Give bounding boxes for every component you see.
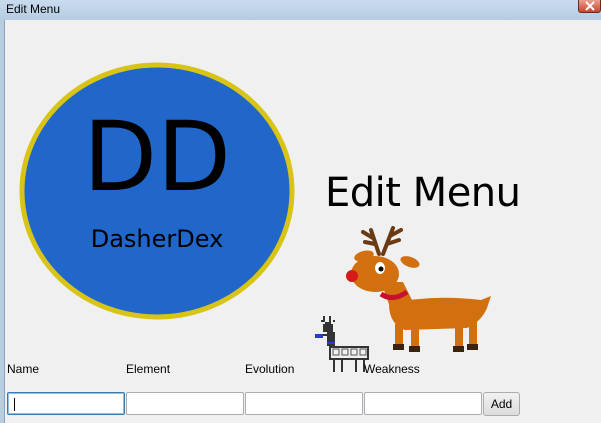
name-input[interactable] — [7, 392, 125, 415]
logo-initials: DD — [83, 101, 231, 213]
name-label: Name — [7, 362, 40, 376]
evolution-label: Evolution — [245, 362, 295, 376]
weakness-label: Weakness — [364, 362, 420, 376]
element-input[interactable] — [126, 392, 244, 415]
text-caret — [14, 398, 15, 411]
close-button[interactable] — [578, 0, 601, 13]
add-button[interactable]: Add — [483, 392, 520, 416]
weakness-input[interactable] — [364, 392, 482, 415]
close-icon — [585, 1, 595, 11]
dasherdex-logo: DD DasherDex — [19, 62, 295, 320]
window-content: DD DasherDex Edit Menu Name Element Evol… — [4, 20, 601, 423]
element-label: Element — [126, 362, 171, 376]
evolution-input[interactable] — [245, 392, 363, 415]
logo-name: DasherDex — [91, 225, 224, 253]
window-titlebar[interactable]: Edit Menu — [0, 0, 601, 20]
window-title: Edit Menu — [6, 2, 61, 16]
page-title: Edit Menu — [325, 170, 521, 216]
